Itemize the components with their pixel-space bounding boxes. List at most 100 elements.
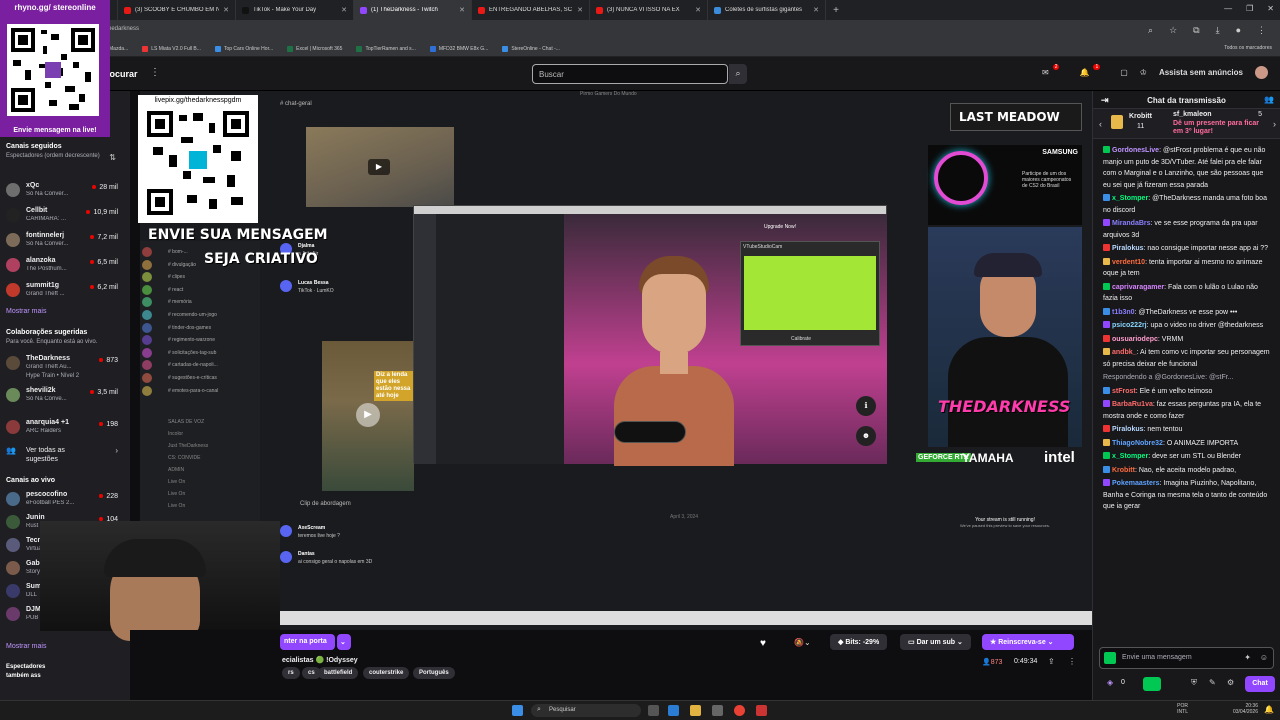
keyboard-layout[interactable]: POR INTL (1177, 703, 1188, 715)
discord-voice-channel[interactable]: Live On (168, 503, 185, 509)
chat-username[interactable]: Krobitt (1112, 467, 1135, 474)
chrome-icon[interactable] (734, 705, 745, 716)
collapse-chat-icon[interactable]: ⇥ (1101, 95, 1109, 106)
follow-chevron-icon[interactable]: ⌄ (337, 634, 351, 650)
taskbar-search[interactable]: ⌕ Pesquisar (531, 704, 641, 717)
search-input[interactable]: Buscar (532, 64, 728, 84)
ad-free-button[interactable]: Assista sem anúncios (1159, 68, 1243, 77)
pencil-icon[interactable]: ✎ (1209, 678, 1216, 687)
more-menu-icon[interactable]: ⋮ (150, 67, 160, 78)
chat-badge-icon[interactable] (1104, 652, 1116, 664)
server-icon[interactable] (142, 284, 152, 295)
sidebar-channel[interactable]: Cellbit CARIMARA: ... 10,9 mil (6, 205, 124, 227)
profile-icon[interactable]: ● (1236, 25, 1241, 36)
chat-username[interactable]: stFrost (1112, 388, 1136, 395)
notifications-off-icon[interactable]: 🔕⌄ (794, 638, 811, 647)
menu-icon[interactable]: ⋮ (1257, 25, 1266, 36)
chat-username[interactable]: t1b3n0 (1112, 309, 1135, 316)
server-icon[interactable] (142, 272, 152, 283)
close-tab-icon[interactable]: ✕ (695, 6, 701, 14)
follow-button[interactable]: nter na porta (280, 634, 335, 650)
show-more-live[interactable]: Mostrar mais (6, 643, 46, 650)
discord-channel[interactable]: # tinder-dos-games (142, 322, 211, 333)
browser-tab[interactable]: (1) TheDarkness - Twitch ✕ (354, 0, 472, 20)
chat-username[interactable]: x_Stomper (1112, 195, 1148, 202)
users-icon[interactable]: ☻ (856, 426, 876, 446)
chat-send-button[interactable]: Chat (1245, 676, 1275, 692)
discord-channel[interactable]: # clipes (142, 272, 185, 283)
stream-tag[interactable]: battlefield (318, 667, 359, 679)
server-icon[interactable] (142, 335, 152, 346)
discord-clip-thumbnail[interactable]: Diz a lenda que eles estão nessa até hoj… (322, 341, 414, 491)
bookmark-item[interactable]: Excel | Microsoft 365 (287, 46, 342, 52)
server-icon[interactable] (142, 385, 152, 396)
stream-video[interactable]: # bom-... # divulgação # clipes # react # me… (40, 91, 1092, 641)
close-tab-icon[interactable]: ✕ (223, 6, 229, 14)
chat-username[interactable]: Piralokus (1112, 245, 1144, 252)
all-bookmarks-link[interactable]: Todos os marcadores (1224, 45, 1272, 51)
discord-channel[interactable]: # regimento-warzone (142, 335, 215, 346)
sidebar-channel[interactable]: pescocofino eFootball PES 2... 228 (6, 489, 124, 511)
close-tab-icon[interactable]: ✕ (341, 6, 347, 14)
show-more-followed[interactable]: Mostrar mais (6, 308, 46, 315)
chat-username[interactable]: GordonesLive (1112, 147, 1159, 154)
resub-button[interactable]: ★ Reinscreva-se ⌄ (982, 634, 1074, 650)
chat-input[interactable]: Envie uma mensagem ✦ ☺ (1099, 647, 1274, 669)
discord-channel[interactable]: # react (142, 284, 183, 295)
discord-channel[interactable]: # bom-... (142, 247, 188, 257)
server-icon[interactable] (142, 373, 152, 383)
see-all-suggestions[interactable]: 👥 Ver todas as sugestões › (6, 444, 124, 466)
browser-tab[interactable]: (3) SCOOBY E CHUMBO EM NA ✕ (118, 0, 236, 20)
server-icon[interactable] (142, 360, 152, 371)
edge-icon[interactable] (668, 705, 679, 716)
server-icon[interactable] (142, 310, 152, 320)
chat-username[interactable]: ousuariodepc (1112, 336, 1158, 343)
discord-channel[interactable]: # recomendo-um-jogo (142, 310, 217, 320)
sidebar-channel[interactable]: TheDarkness Grand Theft Au... 873 Hype Trai… (6, 353, 124, 379)
discord-voice-channel[interactable]: ADMIN (168, 467, 184, 473)
heart-icon[interactable]: ♥ (760, 638, 766, 649)
chat-users-icon[interactable]: 👥 (1264, 95, 1274, 104)
chat-username[interactable]: Pokemaasters (1112, 480, 1159, 487)
sidebar-channel[interactable]: alanzoka The Posthum... 6,5 mil (6, 255, 124, 277)
channel-points-icon[interactable]: ◈ (1107, 678, 1113, 687)
settings-icon[interactable]: ⚙ (1227, 678, 1234, 687)
sidebar-channel[interactable]: summit1g Grand Theft ... 6,2 mil (6, 280, 124, 302)
task-view-icon[interactable] (648, 705, 659, 716)
file-explorer-icon[interactable] (690, 705, 701, 716)
whispers-icon[interactable]: ▢ (1120, 68, 1128, 77)
downloads-icon[interactable]: ⤓ (1216, 25, 1220, 36)
crown-icon[interactable]: ♔ (1140, 68, 1147, 77)
chat-username[interactable]: andbk_ (1112, 349, 1137, 356)
browser-tab[interactable]: TikTok - Make Your Day ✕ (236, 0, 354, 20)
stream-tag[interactable]: rs (282, 667, 300, 679)
bookmark-item[interactable]: StereOnline - Chat -... (502, 46, 560, 52)
bookmark-star-icon[interactable]: ☆ (1169, 25, 1177, 36)
close-tab-icon[interactable]: ✕ (813, 6, 819, 14)
discord-game-thumbnail[interactable]: ▶ (306, 127, 454, 207)
discord-channel[interactable]: # solicitações-tag-sub (142, 347, 216, 358)
discord-voice-channel[interactable]: CS: CONVIDE (168, 455, 201, 461)
chat-username[interactable]: x_Stomper (1112, 453, 1148, 460)
discord-voice-channel[interactable]: Live On (168, 479, 185, 485)
discord-channel[interactable]: # memória (142, 297, 192, 308)
discord-channel[interactable]: # sugestões-e-críticas (142, 373, 217, 383)
browser-tab[interactable]: ENTREGANDO ABELHAS, SC ✕ (472, 0, 590, 20)
upgrade-button[interactable]: Upgrade Now! (764, 224, 796, 230)
search-icon[interactable]: ⌕ (729, 64, 747, 84)
play-icon[interactable]: ▶ (356, 403, 380, 427)
browser-tab[interactable]: Coletes de surfistas gigantes ✕ (708, 0, 826, 20)
shield-icon[interactable]: ⛨ (1191, 678, 1197, 688)
close-window-icon[interactable]: ✕ (1267, 4, 1274, 13)
gift-sub-button[interactable]: ▭ Dar um sub ⌄ (900, 634, 971, 650)
chat-username[interactable]: psico222rj (1112, 322, 1147, 329)
magic-icon[interactable]: ✦ (1244, 653, 1251, 662)
close-tab-icon[interactable]: ✕ (577, 6, 583, 14)
server-icon[interactable] (142, 347, 152, 358)
chat-username[interactable]: ThiagoNobre32 (1112, 440, 1163, 447)
discord-voice-channel[interactable]: Incolor (168, 431, 183, 437)
chat-username[interactable]: BarbaRu1va (1112, 401, 1153, 408)
stream-tag[interactable]: Português (413, 667, 455, 679)
chevron-left-icon[interactable]: ‹ (1099, 119, 1102, 129)
chat-username[interactable]: Piralokus (1112, 426, 1144, 433)
